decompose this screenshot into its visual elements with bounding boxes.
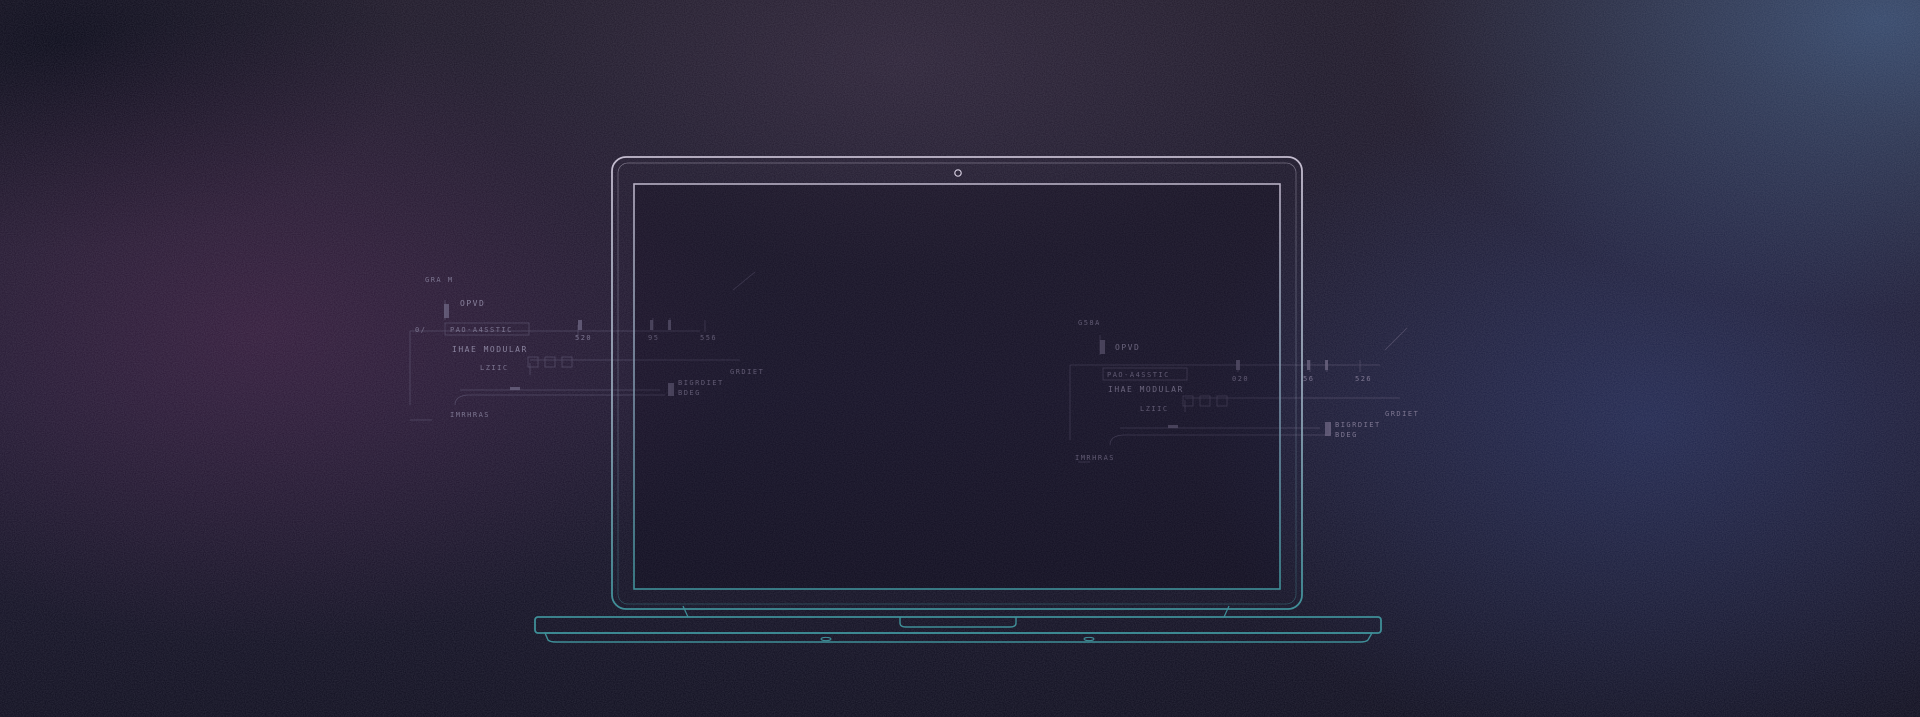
hero-banner: GRA M OPVD PAO-A4SSTIC 0/ 520 95 556 IHA… bbox=[0, 0, 1920, 717]
status-led-icon bbox=[820, 636, 832, 642]
laptop-hinge bbox=[682, 605, 1230, 618]
laptop-base-bottom bbox=[543, 632, 1374, 643]
trackpad-notch bbox=[899, 617, 1017, 628]
laptop-outline-icon bbox=[534, 156, 1382, 643]
status-led-icon bbox=[1083, 636, 1095, 642]
laptop-base bbox=[534, 616, 1382, 634]
webcam-icon bbox=[954, 169, 962, 177]
laptop-screen bbox=[633, 183, 1281, 590]
